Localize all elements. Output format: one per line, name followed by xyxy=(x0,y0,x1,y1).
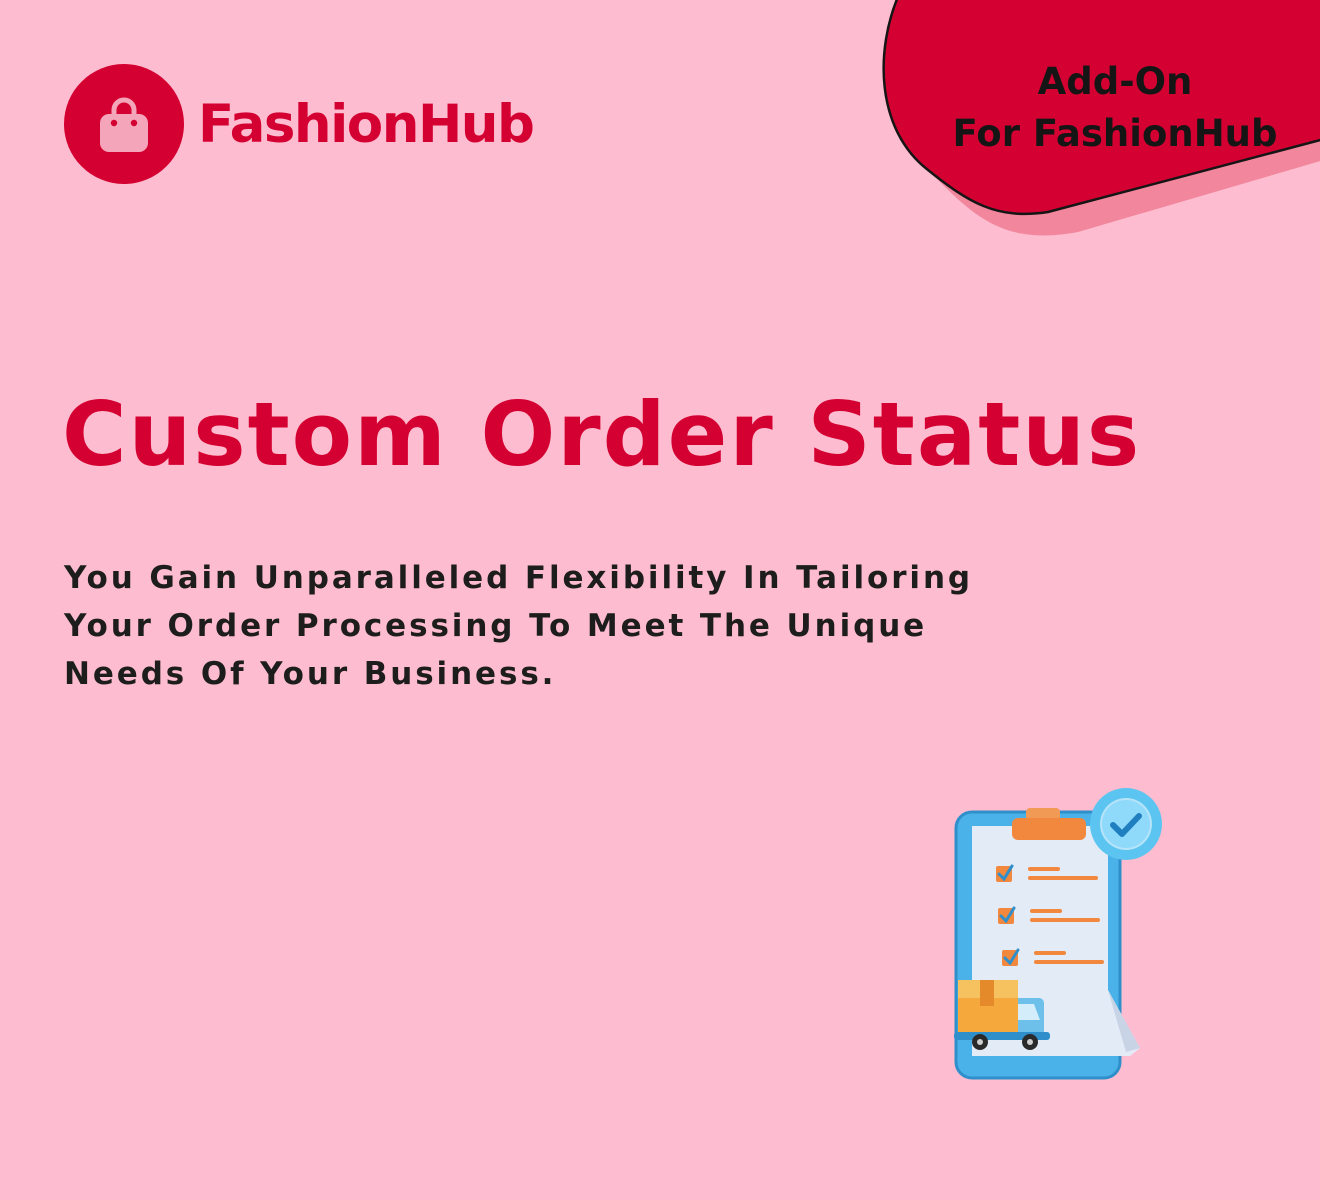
page-subtitle: You Gain Unparalleled Flexibility In Tai… xyxy=(64,554,1124,698)
shopping-bag-icon xyxy=(100,97,148,152)
page-title: Custom Order Status xyxy=(62,383,1142,486)
brand-logo: FashionHub xyxy=(64,64,535,184)
addon-badge-line2: For FashionHub xyxy=(952,112,1278,155)
subtitle-line-1: You Gain Unparalleled Flexibility In Tai… xyxy=(64,560,974,596)
addon-badge-line1: Add-On xyxy=(1037,60,1193,103)
brand-name: FashionHub xyxy=(198,93,535,155)
subtitle-line-2: Your Order Processing To Meet The Unique xyxy=(64,608,928,644)
subtitle-line-3: Needs Of Your Business. xyxy=(64,656,557,692)
addon-badge-text: Add-On For FashionHub xyxy=(905,56,1320,160)
clipboard-checklist-delivery-icon xyxy=(954,788,1162,1080)
logo-badge xyxy=(64,64,184,184)
